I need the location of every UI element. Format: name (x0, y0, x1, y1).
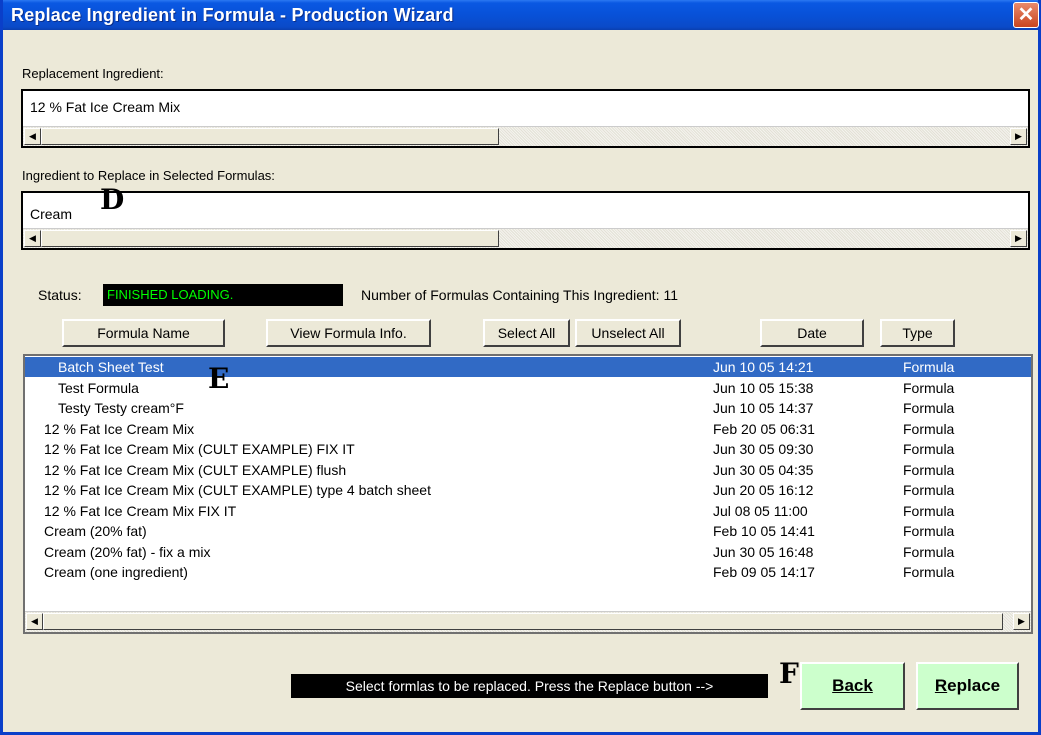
production-wizard-window: Replace Ingredient in Formula - Producti… (0, 0, 1041, 735)
scroll-right-icon[interactable]: ▶ (1010, 128, 1027, 145)
formula-name-cell: Cream (20% fat) (44, 523, 147, 539)
scroll-left-icon[interactable]: ◀ (24, 128, 41, 145)
formula-type-cell: Formula (903, 482, 955, 498)
replacement-ingredient-label: Replacement Ingredient: (22, 66, 164, 81)
unselect-all-button[interactable]: Unselect All (575, 319, 681, 347)
formula-type-cell: Formula (903, 523, 955, 539)
formula-name-cell: 12 % Fat Ice Cream Mix FIX IT (44, 502, 237, 519)
formula-date-cell: Jun 30 05 16:48 (713, 543, 814, 560)
window-title: Replace Ingredient in Formula - Producti… (11, 5, 454, 25)
formula-type-cell: Formula (903, 441, 955, 457)
replacement-ingredient-field[interactable]: 12 % Fat Ice Cream Mix ◀ ▶ (21, 89, 1030, 148)
scroll-left-icon[interactable]: ◀ (26, 613, 43, 630)
formula-date-cell: Feb 09 05 14:17 (713, 564, 815, 580)
formula-type-cell: Formula (903, 543, 955, 560)
to-replace-hscrollbar[interactable]: ◀ ▶ (23, 228, 1028, 248)
formula-row[interactable]: Test Formula Jun 10 05 15:38 Formula (25, 378, 1031, 398)
formula-row[interactable]: 12 % Fat Ice Cream Mix (CULT EXAMPLE) ty… (25, 480, 1031, 500)
formula-row[interactable]: Batch Sheet Test Jun 10 05 14:21 Formula (25, 357, 1031, 377)
formula-type-cell: Formula (903, 461, 955, 478)
scroll-left-icon[interactable]: ◀ (24, 230, 41, 247)
formula-date-cell: Jun 30 05 04:35 (713, 461, 814, 478)
formula-name-cell: Batch Sheet Test (58, 359, 164, 375)
formula-row[interactable]: 12 % Fat Ice Cream Mix Feb 20 05 06:31 For… (25, 419, 1031, 439)
scroll-thumb[interactable] (43, 613, 1003, 630)
formula-name-cell: 12 % Fat Ice Cream Mix (CULT EXAMPLE) fl… (44, 461, 347, 478)
formula-date-cell: Jun 10 05 14:21 (713, 359, 814, 375)
ingredient-to-replace-field[interactable]: Cream ◀ ▶ (21, 191, 1030, 250)
replace-button[interactable]: Replace (916, 662, 1019, 710)
formula-name-button[interactable]: Formula Name (62, 319, 225, 347)
instruction-hint: Select formlas to be replaced. Press the… (291, 674, 768, 698)
view-formula-info-button[interactable]: View Formula Info. (266, 319, 431, 347)
annotation-marker-d: D (100, 183, 125, 216)
status-label: Status: (38, 287, 82, 303)
ingredient-to-replace-label: Ingredient to Replace in Selected Formul… (22, 168, 275, 183)
scroll-right-icon[interactable]: ▶ (1013, 613, 1030, 630)
select-all-button[interactable]: Select All (483, 319, 570, 347)
formula-name-cell: Testy Testy cream°F (58, 400, 184, 416)
date-button[interactable]: Date (760, 319, 864, 347)
formula-name-cell: 12 % Fat Ice Cream Mix (CULT EXAMPLE) ty… (44, 482, 431, 498)
formula-name-cell: Test Formula (58, 379, 139, 396)
formula-date-cell: Jun 10 05 14:37 (713, 400, 814, 416)
replace-label-rest: eplace (947, 676, 1001, 695)
formula-type-cell: Formula (903, 564, 955, 580)
replacement-ingredient-value: 12 % Fat Ice Cream Mix (30, 99, 181, 115)
formula-date-cell: Jul 08 05 11:00 (713, 502, 808, 519)
formula-name-cell: 12 % Fat Ice Cream Mix (44, 420, 195, 437)
formula-date-cell: Jun 20 05 16:12 (713, 482, 814, 498)
formula-row[interactable]: Cream (20% fat) Feb 10 05 14:41 Formula (25, 521, 1031, 541)
scroll-right-icon[interactable]: ▶ (1010, 230, 1027, 247)
formula-date-cell: Jun 30 05 09:30 (713, 441, 814, 457)
formula-list[interactable]: Batch Sheet Test Jun 10 05 14:21 Formula Te… (23, 354, 1033, 634)
formula-type-cell: Formula (903, 359, 955, 375)
formula-name-cell: Cream (20% fat) - fix a mix (44, 543, 211, 560)
formula-date-cell: Feb 10 05 14:41 (713, 523, 815, 539)
formula-row[interactable]: 12 % Fat Ice Cream Mix FIX IT Jul 08 05 1… (25, 501, 1031, 521)
back-button[interactable]: Back (800, 662, 905, 710)
close-icon[interactable]: ✕ (1013, 2, 1039, 28)
back-button-label: Back (832, 676, 873, 695)
formula-row[interactable]: 12 % Fat Ice Cream Mix (CULT EXAMPLE) fl… (25, 460, 1031, 480)
formula-type-cell: Formula (903, 420, 955, 437)
status-value: FINISHED LOADING. (103, 284, 343, 306)
formula-row[interactable]: 12 % Fat Ice Cream Mix (CULT EXAMPLE) FI… (25, 439, 1031, 459)
scroll-thumb[interactable] (41, 128, 499, 145)
replace-accelerator: R (934, 676, 948, 695)
replacement-hscrollbar[interactable]: ◀ ▶ (23, 126, 1028, 146)
scroll-thumb[interactable] (41, 230, 499, 247)
type-button[interactable]: Type (880, 319, 955, 347)
formula-date-cell: Feb 20 05 06:31 (713, 420, 815, 437)
formula-type-cell: Formula (903, 502, 955, 519)
formula-count-text: Number of Formulas Containing This Ingre… (361, 287, 678, 303)
formula-name-cell: 12 % Fat Ice Cream Mix (CULT EXAMPLE) FI… (44, 441, 355, 457)
list-hscrollbar[interactable]: ◀ ▶ (25, 611, 1031, 632)
formula-row[interactable]: Cream (20% fat) - fix a mix Jun 30 05 16:… (25, 542, 1031, 562)
ingredient-to-replace-value: Cream (30, 206, 73, 222)
formula-name-cell: Cream (one ingredient) (44, 564, 188, 580)
formula-row[interactable]: Cream (one ingredient) Feb 09 05 14:17 For… (25, 562, 1031, 582)
formula-date-cell: Jun 10 05 15:38 (713, 379, 814, 396)
title-bar[interactable]: Replace Ingredient in Formula - Producti… (3, 0, 1039, 30)
annotation-marker-f: F (779, 657, 799, 690)
annotation-marker-e: E (208, 362, 230, 395)
formula-type-cell: Formula (903, 400, 955, 416)
formula-type-cell: Formula (903, 379, 955, 396)
formula-row[interactable]: Testy Testy cream°F Jun 10 05 14:37 Formul… (25, 398, 1031, 418)
